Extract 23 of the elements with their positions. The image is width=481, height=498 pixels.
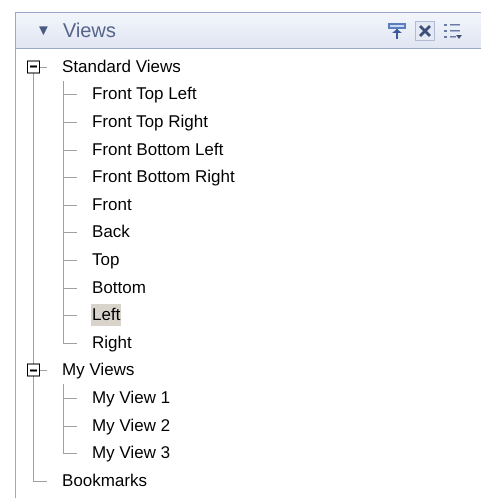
tree-item[interactable]: Front Top Right (91, 110, 209, 133)
tree-item[interactable]: Front (91, 194, 133, 216)
tree-item[interactable]: My View 1 (91, 386, 172, 409)
tree-item[interactable]: Front Top Left (91, 83, 198, 106)
collapse-toggle[interactable] (27, 364, 40, 377)
list-options-icon[interactable] (443, 22, 463, 40)
tree-item[interactable]: Right (91, 332, 133, 354)
pin-icon[interactable] (387, 22, 407, 40)
tree-item[interactable]: Back (91, 221, 131, 244)
tree-item[interactable]: My View 2 (91, 414, 172, 437)
tree-item[interactable]: Left (91, 304, 122, 326)
tree-item[interactable]: Bookmarks (61, 470, 148, 492)
tree-item[interactable]: Front Bottom Left (91, 138, 224, 161)
collapse-button[interactable]: ▼ (36, 23, 51, 38)
tree-item[interactable]: Front Bottom Right (91, 166, 236, 188)
collapse-toggle[interactable] (27, 60, 40, 74)
close-icon[interactable] (415, 20, 435, 40)
tree-item[interactable]: Bottom (91, 276, 147, 299)
tree-item[interactable]: My View 3 (91, 442, 172, 464)
tree-item[interactable]: My Views (61, 359, 136, 382)
panel-title: Views (62, 18, 116, 44)
tree-item[interactable]: Standard Views (61, 56, 182, 78)
tree-item[interactable]: Top (91, 248, 120, 271)
